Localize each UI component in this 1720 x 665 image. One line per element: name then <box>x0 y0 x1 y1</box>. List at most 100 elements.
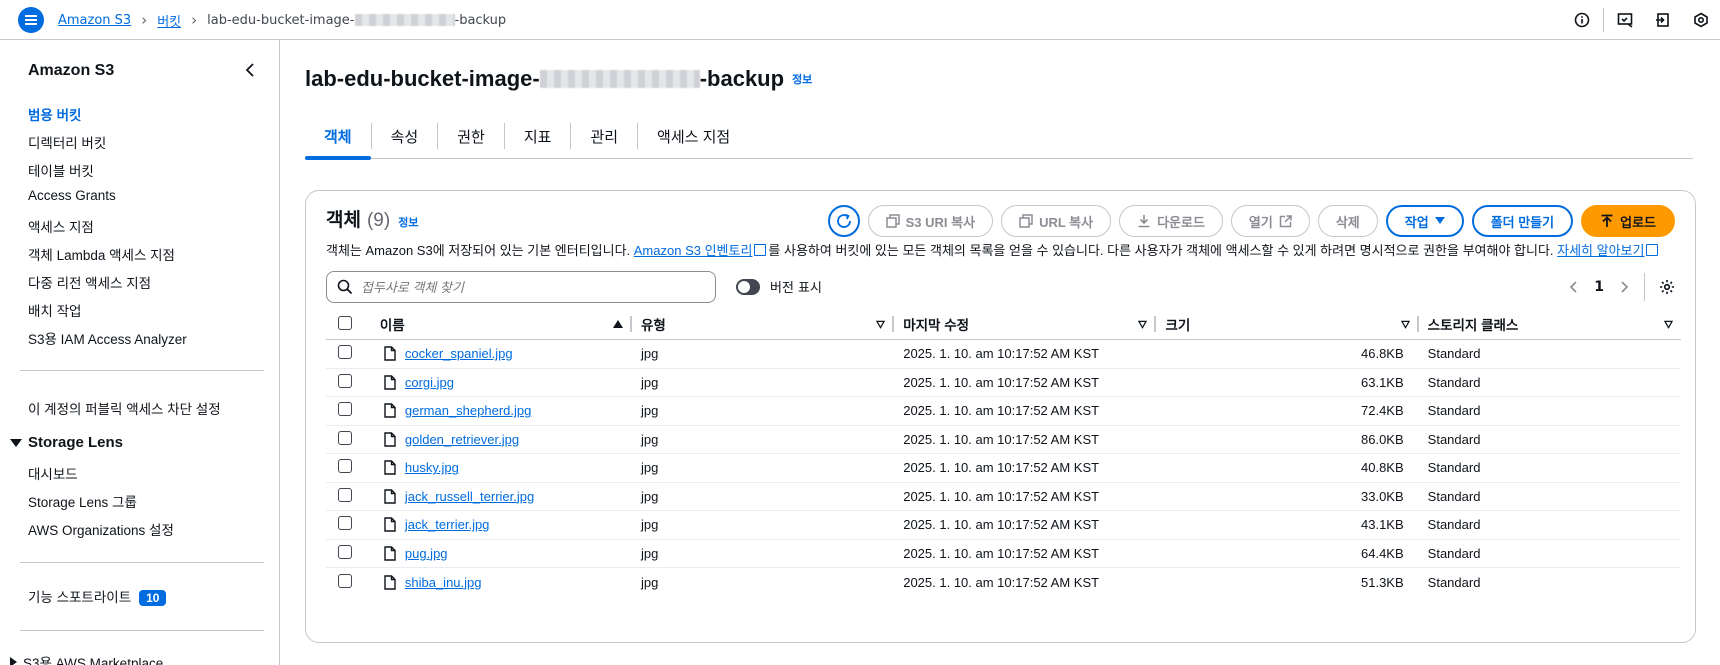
tab-access-points[interactable]: 액세스 지점 <box>638 114 749 159</box>
objects-title-label: 객체 <box>326 210 361 231</box>
delete-button[interactable]: 삭제 <box>1317 205 1378 237</box>
table-row[interactable]: corgi.jpg jpg 2025. 1. 10. am 10:17:52 A… <box>326 368 1681 397</box>
sidebar-item-access-points[interactable]: 액세스 지점 <box>28 216 94 236</box>
row-checkbox[interactable] <box>338 516 352 531</box>
sidebar-item-access-grants[interactable]: Access Grants <box>28 188 116 203</box>
sidebar-item-general-buckets[interactable]: 범용 버킷 <box>28 104 81 124</box>
sort-icon[interactable] <box>1138 320 1148 329</box>
select-all-checkbox[interactable] <box>338 315 352 330</box>
actions-dropdown-button[interactable]: 작업 <box>1385 205 1464 237</box>
info-link[interactable]: 정보 <box>792 71 812 87</box>
caret-right-icon <box>10 657 17 665</box>
tab-metrics[interactable]: 지표 <box>505 114 571 159</box>
column-header-size[interactable]: 크기 <box>1155 309 1419 340</box>
object-name-link[interactable]: corgi.jpg <box>405 375 454 390</box>
table-row[interactable]: jack_russell_terrier.jpg jpg 2025. 1. 10… <box>326 482 1681 511</box>
sidebar-item-object-lambda[interactable]: 객체 Lambda 액세스 지점 <box>28 244 175 264</box>
object-name-link[interactable]: golden_retriever.jpg <box>405 432 519 447</box>
table-row[interactable]: jack_terrier.jpg jpg 2025. 1. 10. am 10:… <box>326 510 1681 540</box>
column-header-modified[interactable]: 마지막 수정 <box>893 309 1157 340</box>
inventory-link[interactable]: Amazon S3 인벤토리 <box>634 243 753 258</box>
object-last-modified: 2025. 1. 10. am 10:17:52 AM KST <box>893 453 1156 483</box>
table-row[interactable]: german_shepherd.jpg jpg 2025. 1. 10. am … <box>326 396 1681 426</box>
breadcrumb-buckets[interactable]: 버킷 <box>157 11 181 30</box>
row-checkbox[interactable] <box>338 544 352 559</box>
file-icon <box>384 517 396 532</box>
object-name-link[interactable]: shiba_inu.jpg <box>405 575 482 590</box>
info-icon[interactable] <box>1563 0 1601 40</box>
sort-icon[interactable] <box>876 320 886 329</box>
object-name-link[interactable]: german_shepherd.jpg <box>405 403 531 418</box>
tab-objects[interactable]: 객체 <box>305 114 371 160</box>
close-sidebar-icon[interactable] <box>242 60 258 80</box>
tab-properties[interactable]: 속성 <box>372 114 438 159</box>
object-size: 64.4KB <box>1155 539 1418 568</box>
sidebar-section-storage-lens[interactable]: Storage Lens <box>10 434 123 451</box>
tab-permissions[interactable]: 권한 <box>438 114 504 159</box>
row-checkbox[interactable] <box>338 345 352 360</box>
download-label: 다운로드 <box>1157 214 1205 230</box>
create-folder-button[interactable]: 폴더 만들기 <box>1471 205 1574 237</box>
notifications-icon[interactable] <box>1606 0 1644 40</box>
sidebar-item-dashboards[interactable]: 대시보드 <box>28 463 78 483</box>
sort-ascending-icon[interactable] <box>613 320 623 328</box>
row-checkbox[interactable] <box>338 573 352 588</box>
sidebar-item-table-buckets[interactable]: 테이블 버킷 <box>28 160 94 180</box>
object-name-link[interactable]: cocker_spaniel.jpg <box>405 346 513 361</box>
show-versions-toggle[interactable] <box>736 278 760 295</box>
table-row[interactable]: cocker_spaniel.jpg jpg 2025. 1. 10. am 1… <box>326 339 1681 369</box>
row-checkbox[interactable] <box>338 430 352 445</box>
search-input[interactable] <box>361 279 701 295</box>
column-header-name[interactable]: 이름 <box>369 309 633 340</box>
table-row[interactable]: shiba_inu.jpg jpg 2025. 1. 10. am 10:17:… <box>326 568 1681 597</box>
sidebar-item-multi-region[interactable]: 다중 리전 액세스 지점 <box>28 272 151 292</box>
object-name-link[interactable]: husky.jpg <box>405 460 459 475</box>
settings-icon[interactable] <box>1682 0 1720 40</box>
object-name-link[interactable]: jack_russell_terrier.jpg <box>405 489 534 504</box>
row-checkbox[interactable] <box>338 373 352 388</box>
column-header-storage-class[interactable]: 스토리지 클래스 <box>1417 309 1681 340</box>
row-checkbox[interactable] <box>338 402 352 417</box>
tab-management[interactable]: 관리 <box>571 114 637 159</box>
gear-icon[interactable] <box>1659 279 1675 295</box>
sidebar-item-public-access-block[interactable]: 이 계정의 퍼블릭 액세스 차단 설정 <box>28 398 221 418</box>
create-folder-label: 폴더 만들기 <box>1490 214 1555 230</box>
sort-icon[interactable] <box>1664 320 1673 329</box>
upload-button[interactable]: 업로드 <box>1581 205 1675 237</box>
sidebar-item-batch-operations[interactable]: 배치 작업 <box>28 300 81 320</box>
file-icon <box>384 375 396 390</box>
sidebar-item-iam-access-analyzer[interactable]: S3용 IAM Access Analyzer <box>28 328 187 348</box>
exit-icon[interactable] <box>1644 0 1682 40</box>
table-row[interactable]: golden_retriever.jpg jpg 2025. 1. 10. am… <box>326 425 1681 454</box>
column-header-type[interactable]: 유형 <box>631 309 895 340</box>
sidebar-item-directory-buckets[interactable]: 디렉터리 버킷 <box>28 132 106 152</box>
object-size: 43.1KB <box>1155 510 1418 540</box>
row-checkbox[interactable] <box>338 487 352 502</box>
object-name-link[interactable]: pug.jpg <box>405 546 448 561</box>
refresh-button[interactable] <box>827 205 860 237</box>
copy-s3-uri-button[interactable]: S3 URI 복사 <box>867 205 994 237</box>
sidebar-item-organizations-settings[interactable]: AWS Organizations 설정 <box>28 519 174 539</box>
learn-more-link[interactable]: 자세히 알아보기 <box>1557 243 1644 258</box>
breadcrumb-amazon-s3[interactable]: Amazon S3 <box>58 13 131 28</box>
copy-url-button[interactable]: URL 복사 <box>1001 205 1112 237</box>
download-button[interactable]: 다운로드 <box>1119 205 1223 237</box>
previous-page-icon[interactable] <box>1568 280 1580 294</box>
object-name-link[interactable]: jack_terrier.jpg <box>405 517 490 532</box>
sort-icon[interactable] <box>1400 320 1410 329</box>
table-row[interactable]: pug.jpg jpg 2025. 1. 10. am 10:17:52 AM … <box>326 539 1681 568</box>
menu-icon[interactable] <box>18 7 44 33</box>
sidebar-item-storage-lens-groups[interactable]: Storage Lens 그룹 <box>28 491 137 511</box>
next-page-icon[interactable] <box>1618 280 1630 294</box>
sidebar-item-feature-spotlight[interactable]: 기능 스포트라이트 10 <box>28 586 167 606</box>
page-title-prefix: lab-edu-bucket-image- <box>305 66 540 91</box>
current-page[interactable]: 1 <box>1594 279 1604 295</box>
sidebar-title: Amazon S3 <box>28 62 115 79</box>
table-row[interactable]: husky.jpg jpg 2025. 1. 10. am 10:17:52 A… <box>326 453 1681 483</box>
objects-info-link[interactable]: 정보 <box>398 214 418 230</box>
object-type: jpg <box>631 453 894 483</box>
row-checkbox[interactable] <box>338 459 352 474</box>
sidebar-section-marketplace[interactable]: S3용 AWS Marketplace <box>10 652 163 665</box>
objects-actions: S3 URI 복사 URL 복사 다운로드 열기 삭제 작업 폴더 만들기 업로… <box>827 205 1675 237</box>
open-button[interactable]: 열기 <box>1230 205 1310 237</box>
